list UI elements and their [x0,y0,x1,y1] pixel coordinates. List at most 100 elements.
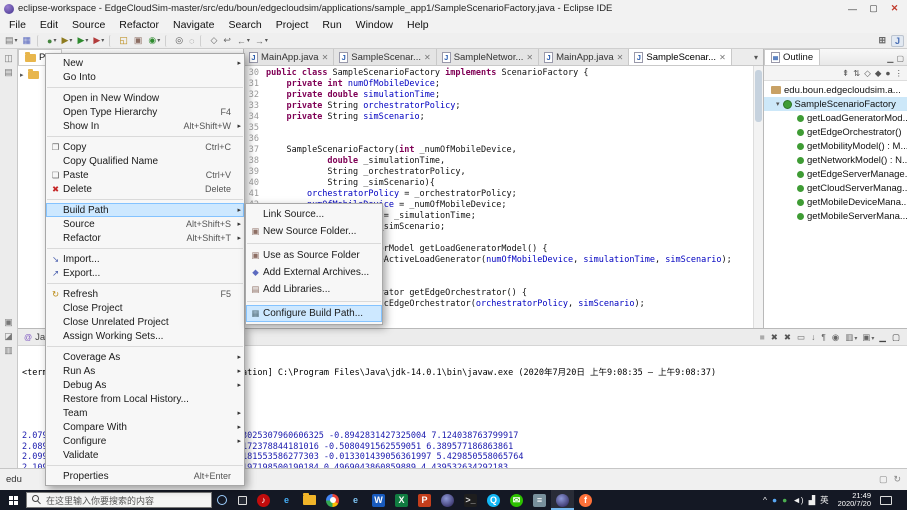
cortana-button[interactable] [212,490,232,510]
context-menu-item[interactable] [47,199,243,200]
task-view-button[interactable] [232,490,252,510]
tab-close-icon[interactable]: ✕ [617,53,624,62]
outline-item[interactable]: getMobilityModel() : M... [764,139,907,153]
excel-icon[interactable]: X [390,490,413,510]
submenu-item[interactable]: ◆ Add External Archives... [246,264,382,281]
tab-close-icon[interactable]: ✕ [424,53,431,62]
hide-non-public-icon[interactable]: ● [885,68,890,78]
submenu-item[interactable] [247,243,381,244]
back-icon[interactable]: ← ▾ [235,34,252,48]
new-wizard-icon[interactable]: ▤ ▾ [3,34,20,48]
powerpoint-icon[interactable]: P [413,490,436,510]
context-menu-item[interactable]: Show In Alt+Shift+W ▸ [46,119,244,133]
context-menu-item[interactable]: Build Path ▸ [46,203,244,217]
taskbar-search[interactable]: 在这里输入你要搜索的内容 [26,492,212,508]
coverage-icon[interactable]: ▶ ▾ [60,34,75,48]
context-menu-item[interactable]: Copy Qualified Name [46,154,244,168]
status-progress-icon[interactable]: ↻ [893,474,901,485]
collapse-all-icon[interactable]: ⇞ [842,68,849,79]
remove-launch-icon[interactable]: ✖ [771,332,779,343]
external-tools-icon[interactable]: ▶ ▾ [91,34,106,48]
editor-tab[interactable]: J MainApp.java ✕ [244,49,335,65]
firefox-icon[interactable]: f [574,490,597,510]
menu-item[interactable]: Refactor [112,19,166,31]
pin-console-icon[interactable]: ◉ [832,332,840,343]
menu-item[interactable]: Help [400,19,436,31]
context-menu-item[interactable]: Restore from Local History... [46,392,244,406]
editor-scrollbar[interactable] [753,66,763,328]
start-button[interactable] [0,490,26,510]
scroll-lock-icon[interactable]: ↓ [811,332,816,342]
context-menu-item[interactable]: ❐ Copy Ctrl+C [46,140,244,154]
ime-indicator[interactable]: 英 [820,494,829,506]
context-menu-item[interactable]: Configure ▸ [46,434,244,448]
context-menu-item[interactable]: ✖ Delete Delete [46,182,244,196]
scrollbar-thumb[interactable] [755,70,762,122]
annotation-next-icon[interactable]: ◇ [208,34,220,48]
new-package-icon[interactable]: ▣ [132,34,146,48]
notepad-icon[interactable]: ≡ [528,490,551,510]
menu-item[interactable]: File [2,19,33,31]
outline-item[interactable]: getCloudServerManag... [764,181,907,195]
menu-item[interactable]: Search [221,19,268,31]
context-menu-item[interactable]: Compare With ▸ [46,420,244,434]
volume-icon[interactable]: ◄) [792,495,803,505]
editor-tab[interactable]: J SampleNetwor... ✕ [436,49,540,65]
chrome-icon[interactable] [321,490,344,510]
minimized-view-icon[interactable]: ◪ [4,331,13,341]
editor-tab[interactable]: J SampleScenar... ✕ [629,49,732,65]
tab-close-icon[interactable]: ✕ [322,53,329,62]
qq-icon[interactable]: Q [482,490,505,510]
cmd-icon[interactable]: >_ [459,490,482,510]
context-menu-item[interactable]: Coverage As ▸ [46,350,244,364]
display-console-icon[interactable]: ▥▾ [845,332,857,343]
menu-item[interactable]: Run [315,19,348,31]
outline-item[interactable]: getEdgeServerManage... [764,167,907,181]
context-menu-item[interactable]: Close Project [46,301,244,315]
submenu-item[interactable]: ▤ Add Libraries... [246,281,382,298]
context-menu-item[interactable]: Debug As ▸ [46,378,244,392]
context-menu-item[interactable] [47,87,243,88]
submenu-item[interactable] [247,301,381,302]
open-type-icon[interactable]: ◎ [173,34,186,48]
outline-item[interactable]: edu.boun.edgecloudsim.a... [764,83,907,97]
maximize-view-icon[interactable]: ▢ [896,54,904,63]
context-menu-item[interactable]: Go Into [46,70,244,84]
network-icon[interactable]: ▟ [809,495,816,506]
submenu-item[interactable]: Link Source... [246,206,382,223]
maximize-button[interactable]: ▢ [865,3,882,14]
toolbar-icon[interactable] [109,34,114,47]
menu-item[interactable]: Edit [33,19,65,31]
context-menu-item[interactable]: Source Alt+Shift+S ▸ [46,217,244,231]
submenu-item[interactable]: ▣ New Source Folder... [246,223,382,240]
context-menu-item[interactable]: Open in New Window [46,91,244,105]
context-menu-item[interactable]: Run As ▸ [46,364,244,378]
submenu-item[interactable]: ▦ Configure Build Path... [246,305,382,322]
menu-item[interactable]: Window [349,19,400,31]
remove-all-launches-icon[interactable]: ✖ [784,332,792,343]
new-class-icon[interactable]: ◉ ▾ [146,34,162,48]
outline-item[interactable]: getMobileDeviceMana... [764,195,907,209]
wechat-icon[interactable]: ✉ [505,490,528,510]
outline-item[interactable]: getLoadGeneratorMod... [764,111,907,125]
forward-icon[interactable]: → ▾ [253,34,270,48]
sort-icon[interactable]: ⇅ [853,68,860,79]
open-console-icon[interactable]: ▣▾ [862,332,874,343]
tray-app-blue-icon[interactable]: ● [772,495,777,505]
context-menu-item[interactable]: ↘ Import... [46,252,244,266]
context-menu-item[interactable]: Close Unrelated Project [46,315,244,329]
hide-fields-icon[interactable]: ◇ [864,68,871,79]
terminate-icon[interactable]: ■ [760,332,766,342]
tab-close-icon[interactable]: ✕ [526,53,533,62]
context-menu-item[interactable]: Properties Alt+Enter [46,469,244,483]
toolbar-icon[interactable] [165,34,170,47]
minimize-view-icon[interactable]: ▁ [879,332,887,343]
last-edit-location-icon[interactable]: ↩ [221,34,234,48]
context-menu-item[interactable]: ↗ Export... [46,266,244,280]
status-tray-icon[interactable]: ▢ [879,474,888,485]
editor-tab[interactable]: J SampleScenar... ✕ [334,49,437,65]
menu-item[interactable]: Project [269,19,316,31]
context-menu-item[interactable]: ❏ Paste Ctrl+V [46,168,244,182]
taskbar-clock[interactable]: 21:49 2020/7/20 [834,491,875,509]
tab-list-chevron-icon[interactable]: ▾ [749,53,763,62]
